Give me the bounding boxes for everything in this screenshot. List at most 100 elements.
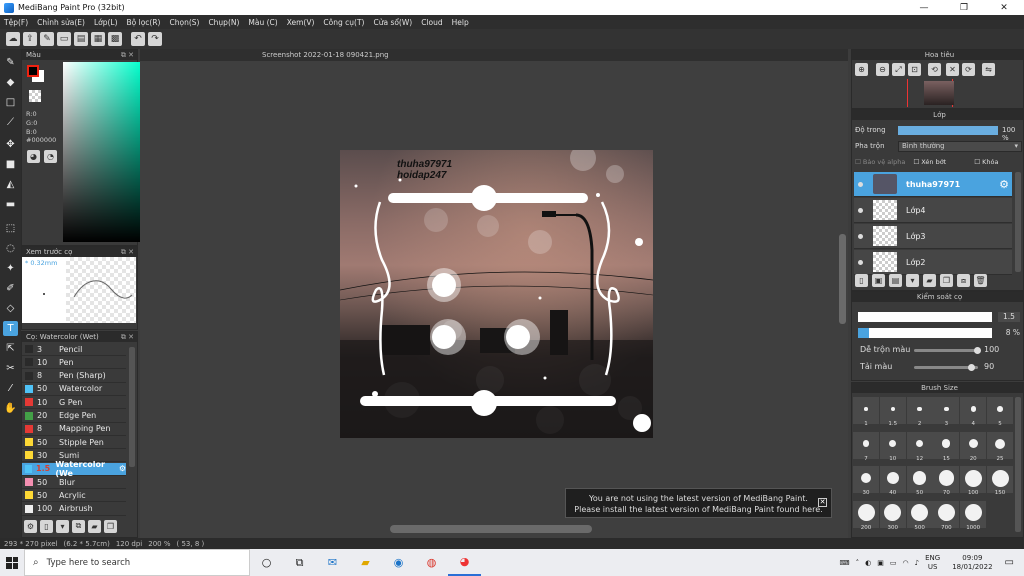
mail-icon[interactable]: ✉ bbox=[316, 549, 349, 576]
brush-size-option[interactable]: 100 bbox=[960, 466, 987, 496]
brush-item[interactable]: 50 Acrylic bbox=[22, 489, 126, 503]
layer-visibility-icon[interactable] bbox=[858, 233, 863, 239]
copy-brush-icon[interactable]: ⧉ bbox=[72, 519, 85, 533]
zoom-out-icon[interactable]: ⊖ bbox=[876, 63, 889, 76]
layer-list-scrollbar[interactable] bbox=[1015, 172, 1021, 272]
notification-close-icon[interactable]: ✕ bbox=[818, 498, 827, 507]
eyedropper-tool-icon[interactable]: ⁄ bbox=[3, 381, 18, 396]
artboard[interactable]: thuha97971 hoidap247 bbox=[340, 150, 653, 438]
brush-size-value[interactable]: 1.5 bbox=[998, 312, 1020, 322]
chrome-icon[interactable]: ◍ bbox=[415, 549, 448, 576]
layer-visibility-icon[interactable] bbox=[858, 181, 863, 187]
duplicate-icon[interactable]: ❐ bbox=[104, 519, 117, 533]
panel-options-icon[interactable]: ⧉ ✕ bbox=[121, 333, 137, 342]
brush-size-option[interactable]: 1000 bbox=[960, 500, 987, 531]
rotate-left-icon[interactable]: ⟲ bbox=[928, 63, 941, 76]
menu-item-5[interactable]: Chụp(N) bbox=[208, 18, 239, 27]
bucket-tool-icon[interactable]: ◭ bbox=[3, 177, 18, 192]
close-button[interactable]: ✕ bbox=[984, 0, 1024, 15]
blend-mode-select[interactable]: Bình thường ▾ bbox=[898, 141, 1022, 152]
move-tool-icon[interactable]: ✥ bbox=[3, 137, 18, 152]
select-pen-tool-icon[interactable]: ✐ bbox=[3, 281, 18, 296]
maximize-button[interactable]: ❐ bbox=[944, 0, 984, 15]
cortana-icon[interactable]: ○ bbox=[250, 549, 283, 576]
gradient-tool-icon[interactable]: ▬ bbox=[3, 197, 18, 212]
layer-row[interactable]: Lớp4 bbox=[854, 198, 1012, 223]
brush-size-option[interactable]: 10 bbox=[879, 431, 906, 462]
brush-item[interactable]: 8 Mapping Pen bbox=[22, 423, 126, 436]
lock-checkbox[interactable]: ☐ Khóa bbox=[974, 158, 998, 166]
upload-icon[interactable]: ⇪ bbox=[23, 32, 37, 46]
brush-item[interactable]: 10 G Pen bbox=[22, 396, 126, 410]
transparent-color-swatch[interactable] bbox=[29, 90, 41, 102]
brush-size-option[interactable]: 1 bbox=[853, 397, 879, 427]
merge-layer-icon[interactable]: ⧈ bbox=[957, 274, 970, 287]
panel-icon[interactable]: ▦ bbox=[91, 32, 105, 46]
menu-item-8[interactable]: Công cụ(T) bbox=[323, 18, 364, 27]
layer-folder-icon[interactable]: ▰ bbox=[923, 274, 936, 287]
brush-size-option[interactable]: 2 bbox=[906, 397, 933, 427]
foreground-color-swatch-top[interactable] bbox=[27, 65, 39, 77]
menu-item-6[interactable]: Màu (C) bbox=[248, 18, 277, 27]
navigator-viewport[interactable] bbox=[907, 79, 954, 107]
brush-size-option[interactable]: 700 bbox=[933, 500, 960, 531]
palette-icon[interactable]: ◕ bbox=[27, 150, 40, 163]
redo-icon[interactable]: ↷ bbox=[148, 32, 162, 46]
brush-size-option[interactable]: 30 bbox=[853, 466, 879, 496]
layer-row[interactable]: Lớp3 bbox=[854, 224, 1012, 249]
brush-item[interactable]: 1.5 Watercolor (We ⚙ bbox=[22, 460, 126, 478]
layer-row[interactable]: thuha97971 ⚙ bbox=[854, 172, 1012, 197]
fill-rect-tool-icon[interactable]: ■ bbox=[3, 157, 18, 172]
actual-size-icon[interactable]: ⊡ bbox=[908, 63, 921, 76]
menu-item-0[interactable]: Tệp(F) bbox=[4, 18, 28, 27]
protect-alpha-checkbox[interactable]: ☐ Bảo vệ alpha bbox=[855, 158, 905, 166]
brush-tool-icon[interactable]: ✎ bbox=[3, 55, 18, 70]
comment-icon[interactable]: ▭ bbox=[57, 32, 71, 46]
text-tool-icon[interactable]: T bbox=[3, 321, 18, 336]
panel-options-icon[interactable]: ⧉ ✕ bbox=[121, 248, 137, 257]
fit-icon[interactable]: ⤢ bbox=[892, 63, 905, 76]
add-brush-icon[interactable]: ▾ bbox=[56, 519, 69, 533]
divide-tool-icon[interactable]: ✂ bbox=[3, 361, 18, 376]
taskbar-clock[interactable]: 09:09 18/01/2022 bbox=[952, 554, 992, 572]
duplicate-layer-icon[interactable]: ❐ bbox=[940, 274, 953, 287]
wifi-icon[interactable]: ◠ bbox=[903, 559, 909, 567]
canvas-vertical-scrollbar[interactable] bbox=[839, 234, 846, 324]
update-notification[interactable]: You are not using the latest version of … bbox=[565, 488, 832, 518]
hand-tool-icon[interactable]: ✋ bbox=[3, 401, 18, 416]
brush-size-option[interactable]: 50 bbox=[906, 466, 933, 496]
brush-item[interactable]: 3 Pencil bbox=[22, 343, 126, 356]
brush-size-scrollbar[interactable] bbox=[1015, 397, 1021, 532]
brush-item[interactable]: 20 Edge Pen bbox=[22, 410, 126, 423]
brush-item[interactable]: 50 Watercolor bbox=[22, 383, 126, 396]
menu-item-11[interactable]: Help bbox=[452, 18, 469, 27]
menu-item-2[interactable]: Lớp(L) bbox=[94, 18, 118, 27]
brush-size-option[interactable]: 500 bbox=[906, 500, 933, 531]
new-halftone-layer-icon[interactable]: ▣ bbox=[872, 274, 885, 287]
brush-size-option[interactable]: 25 bbox=[987, 431, 1013, 462]
menu-item-1[interactable]: Chỉnh sửa(E) bbox=[37, 18, 85, 27]
zoom-in-icon[interactable]: ⊕ bbox=[855, 63, 868, 76]
minimize-button[interactable]: — bbox=[904, 0, 944, 15]
dot-tool-icon[interactable]: ⟋ bbox=[3, 115, 18, 130]
brush-size-option[interactable]: 5 bbox=[987, 397, 1013, 427]
brush-size-option[interactable]: 7 bbox=[853, 431, 879, 462]
reset-rotation-icon[interactable]: ✕ bbox=[946, 63, 959, 76]
new-brush-icon[interactable]: ▯ bbox=[40, 519, 53, 533]
menu-item-3[interactable]: Bộ lọc(R) bbox=[127, 18, 161, 27]
load-slider-knob[interactable] bbox=[968, 364, 975, 371]
flip-icon[interactable]: ⇋ bbox=[982, 63, 995, 76]
mix-slider[interactable] bbox=[914, 349, 978, 352]
layer-visibility-icon[interactable] bbox=[858, 259, 863, 265]
grid-icon[interactable]: ▩ bbox=[108, 32, 122, 46]
operation-tool-icon[interactable]: ⇱ bbox=[3, 341, 18, 356]
layer-visibility-icon[interactable] bbox=[858, 207, 863, 213]
brush-size-option[interactable]: 20 bbox=[960, 431, 987, 462]
network-icon[interactable]: ▣ bbox=[877, 559, 884, 567]
mix-slider-knob[interactable] bbox=[974, 347, 981, 354]
brush-opacity-slider[interactable] bbox=[858, 328, 992, 338]
rotate-right-icon[interactable]: ⟳ bbox=[962, 63, 975, 76]
battery-icon[interactable]: ▭ bbox=[890, 559, 897, 567]
tray-chevron-icon[interactable]: ˄ bbox=[856, 559, 860, 567]
file-explorer-icon[interactable]: ▰ bbox=[349, 549, 382, 576]
